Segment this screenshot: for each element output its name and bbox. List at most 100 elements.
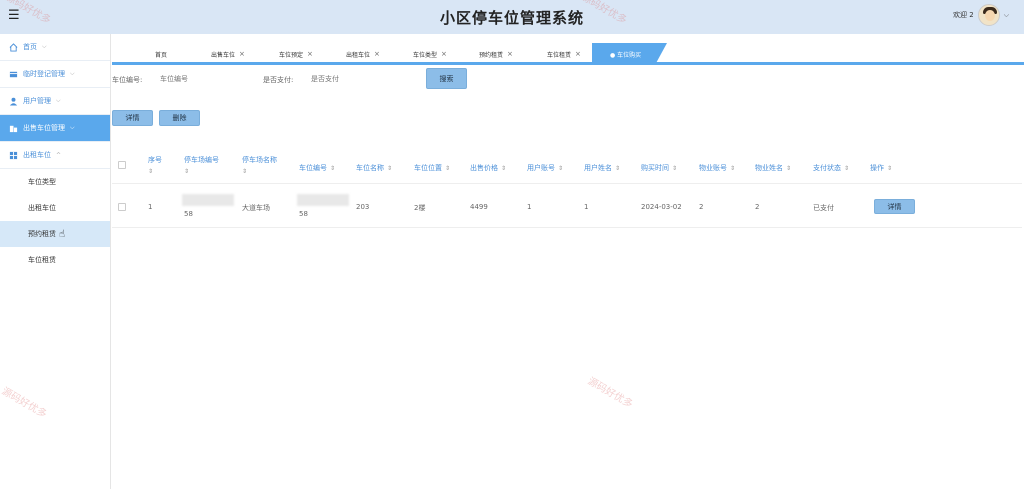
tab-space-purchase[interactable]: ● 车位购买 — [592, 43, 668, 65]
sidebar-subitem-space-type[interactable]: 车位类型 — [0, 169, 110, 195]
column-header[interactable]: 出售价格 ⇕ — [470, 163, 506, 173]
table-row[interactable]: 1 58 大道车场 58 203 2楼 4499 1 1 2024-03-02 … — [112, 186, 1022, 228]
row-checkbox[interactable] — [118, 203, 126, 211]
column-header[interactable]: 车位位置 ⇕ — [414, 163, 450, 173]
close-icon[interactable]: × — [575, 50, 581, 58]
tab-label: 出租车位 — [346, 51, 371, 59]
cell-index: 1 — [148, 203, 153, 211]
column-header[interactable]: 停车场编号 ⇕ — [184, 155, 219, 175]
chevron-down-icon: ⌵ — [70, 124, 75, 131]
cell-pay-status: 已支付 — [813, 204, 834, 212]
sidebar-item-sale-space-management[interactable]: 出售车位管理 ⌵ — [0, 115, 110, 142]
sort-icon: ⇕ — [501, 165, 507, 172]
tab-space-rental[interactable]: 车位租赁 × — [547, 43, 581, 65]
card-icon — [9, 71, 18, 77]
sidebar-subitem-reservation-rental[interactable]: 预约租赁 ☝ — [0, 221, 110, 247]
tab-label: 车位租赁 — [547, 51, 572, 59]
column-header[interactable]: 车位编号 ⇕ — [299, 163, 335, 173]
paid-input[interactable] — [311, 71, 401, 86]
column-header[interactable]: 停车场名称 ⇕ — [242, 155, 277, 175]
sidebar-item-label: 出租车位 — [23, 151, 51, 159]
search-button[interactable]: 搜索 — [426, 68, 467, 89]
chevron-down-icon: ⌵ — [56, 97, 61, 104]
space-code-input[interactable] — [160, 71, 250, 86]
column-header[interactable]: 支付状态 ⇕ — [813, 163, 849, 173]
avatar[interactable] — [977, 4, 1000, 26]
tab-label: 车位预定 — [279, 51, 304, 59]
close-icon[interactable]: × — [239, 50, 245, 58]
close-icon[interactable]: × — [374, 50, 380, 58]
watermark: 源码好优多 — [585, 375, 635, 411]
table-header: 序号 ⇕ 停车场编号 ⇕ 停车场名称 ⇕ 车位编号 ⇕ 车位名称 ⇕ 车位位置 ⇕ 出售价格… — [112, 146, 1022, 184]
sidebar-item-temp-registration[interactable]: 临时登记管理 ⌵ — [0, 61, 110, 88]
top-header: ☰ 小区停车位管理系统 欢迎 2 ⌵ — [0, 0, 1024, 34]
column-header[interactable]: 序号 ⇕ — [148, 155, 162, 175]
tab-space-type[interactable]: 车位类型 × — [413, 43, 447, 65]
sidebar-item-home[interactable]: 首页 ⌵ — [0, 34, 110, 61]
sidebar-subitem-label: 出租车位 — [28, 204, 56, 212]
user-greeting: 欢迎 2 — [953, 11, 974, 19]
tab-space-booking[interactable]: 车位预定 × — [279, 43, 313, 65]
column-header[interactable]: 用户账号 ⇕ — [527, 163, 563, 173]
app-title: 小区停车位管理系统 — [439, 9, 584, 27]
column-header[interactable]: 操作 ⇕ — [870, 163, 892, 173]
tab-reservation-rental[interactable]: 预约租赁 × — [479, 43, 513, 65]
grid-icon — [9, 151, 18, 159]
sidebar-item-user-management[interactable]: 用户管理 ⌵ — [0, 88, 110, 115]
cell-property-account: 2 — [699, 203, 704, 211]
tab-label: 首页 — [155, 51, 168, 59]
home-icon — [9, 42, 18, 52]
tab-sale-spaces[interactable]: 出售车位 × — [211, 43, 245, 65]
close-icon[interactable]: × — [441, 50, 447, 58]
sidebar-item-label: 出售车位管理 — [23, 124, 65, 132]
hand-cursor-icon: ☝ — [59, 228, 66, 240]
sidebar-subitem-label: 车位类型 — [28, 178, 56, 186]
sidebar-item-rental-spaces[interactable]: 出租车位 ^ — [0, 142, 110, 169]
sort-icon: ⇕ — [148, 168, 154, 175]
cell-space-name: 203 — [356, 203, 370, 211]
sidebar-item-label: 首页 — [23, 43, 37, 51]
building-icon — [9, 125, 18, 132]
sort-icon: ⇕ — [844, 165, 850, 172]
delete-button[interactable]: 删除 — [159, 110, 200, 126]
chevron-down-icon[interactable]: ⌵ — [1004, 11, 1009, 20]
cell-purchase-time: 2024-03-02 — [641, 203, 682, 211]
column-header[interactable]: 物业姓名 ⇕ — [755, 163, 791, 173]
sort-icon: ⇕ — [887, 165, 893, 172]
sidebar-subitem-rental-spaces[interactable]: 出租车位 — [0, 195, 110, 221]
sidebar-subitem-space-rental[interactable]: 车位租赁 — [0, 247, 110, 273]
tab-label: 车位类型 — [413, 51, 438, 59]
sort-icon: ⇕ — [330, 165, 336, 172]
cell-lot-code: 58 — [184, 210, 193, 218]
column-header[interactable]: 购买时间 ⇕ — [641, 163, 677, 173]
select-all-checkbox[interactable] — [118, 161, 126, 169]
chevron-down-icon: ⌵ — [70, 70, 75, 77]
sidebar-item-label: 临时登记管理 — [23, 70, 65, 78]
tab-home[interactable]: 首页 — [155, 43, 167, 65]
cell-space-code: 58 — [299, 210, 308, 218]
close-icon[interactable]: × — [507, 50, 513, 58]
sort-icon: ⇕ — [387, 165, 393, 172]
cell-price: 4499 — [470, 203, 488, 211]
row-detail-button[interactable]: 详情 — [874, 199, 915, 214]
close-icon[interactable]: × — [307, 50, 313, 58]
column-header[interactable]: 物业账号 ⇕ — [699, 163, 735, 173]
column-header[interactable]: 用户姓名 ⇕ — [584, 163, 620, 173]
sidebar: 首页 ⌵ 临时登记管理 ⌵ 用户管理 ⌵ 出售车位管理 ⌵ 出租车位 ^ 车位类… — [0, 34, 111, 489]
sidebar-subitem-label: 车位租赁 — [28, 256, 56, 264]
tab-rental-spaces[interactable]: 出租车位 × — [346, 43, 380, 65]
sort-icon: ⇕ — [730, 165, 736, 172]
cell-property-name: 2 — [755, 203, 760, 211]
sort-icon: ⇕ — [445, 165, 451, 172]
sidebar-item-label: 用户管理 — [23, 97, 51, 105]
detail-button[interactable]: 详情 — [112, 110, 153, 126]
paid-label: 是否支付: — [263, 76, 294, 84]
image-placeholder — [182, 194, 234, 206]
sort-icon: ⇕ — [242, 168, 248, 175]
cell-space-location: 2楼 — [414, 204, 426, 212]
user-menu[interactable]: 欢迎 2 ⌵ — [953, 4, 1009, 26]
column-header[interactable]: 车位名称 ⇕ — [356, 163, 392, 173]
sort-icon: ⇕ — [558, 165, 564, 172]
sort-icon: ⇕ — [184, 168, 190, 175]
sort-icon: ⇕ — [615, 165, 621, 172]
